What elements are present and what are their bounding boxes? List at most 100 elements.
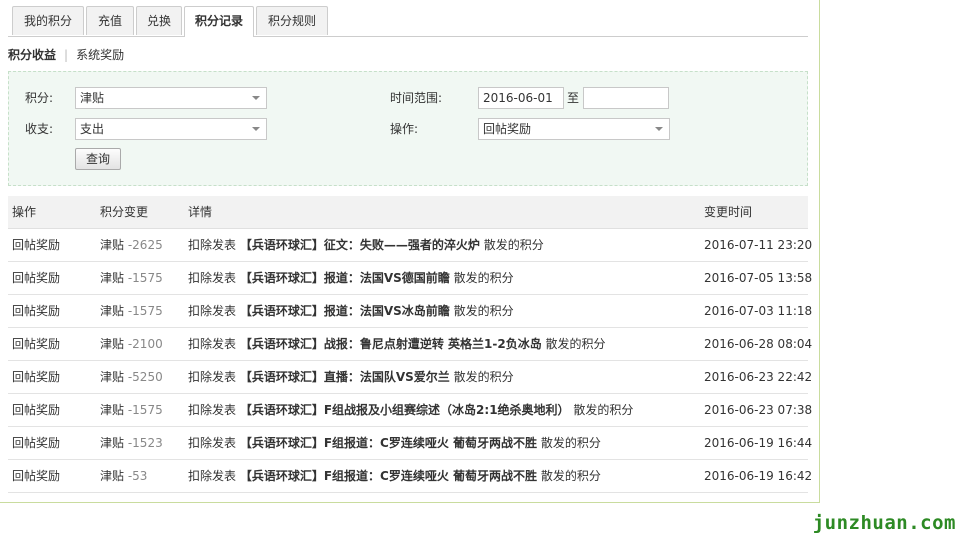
- row-detail-prefix: 扣除发表: [188, 238, 237, 252]
- table-header: 操作 积分变更 详情 变更时间: [8, 196, 808, 229]
- income-label: 收支:: [25, 122, 54, 136]
- row-detail: 扣除发表 【兵语环球汇】战报：鲁尼点射遭逆转 英格兰1-2负冰岛 散发的积分: [188, 328, 606, 360]
- credit-panel: 我的积分 充值 兑换 积分记录 积分规则 积分收益 | 系统奖励 积分: 津贴 收支…: [0, 0, 820, 503]
- row-credit-change: 津贴 -2625: [100, 229, 163, 261]
- time-to-label: 至: [567, 91, 580, 105]
- credit-log-table: 回帖奖励 津贴 -2625 扣除发表 【兵语环球汇】征文：失败——强者的淬火炉 散发…: [8, 229, 812, 493]
- row-detail: 扣除发表 【兵语环球汇】F组报道：C罗连续哑火 葡萄牙两战不胜 散发的积分: [188, 427, 601, 459]
- row-credit-change: 津贴 -1575: [100, 394, 163, 426]
- row-detail-suffix: 散发的积分: [453, 304, 514, 318]
- chevron-down-icon: [655, 127, 663, 131]
- tab-my-credits[interactable]: 我的积分: [12, 6, 84, 35]
- credit-type-label: 积分:: [25, 91, 54, 105]
- tab-credit-rules[interactable]: 积分规则: [256, 6, 328, 35]
- row-detail-suffix: 散发的积分: [453, 370, 514, 384]
- chevron-down-icon: [252, 96, 260, 100]
- row-detail-prefix: 扣除发表: [188, 469, 237, 483]
- row-credit-change: 津贴 -2100: [100, 328, 163, 360]
- row-operation: 回帖奖励: [12, 238, 61, 252]
- row-detail-suffix: 散发的积分: [483, 238, 544, 252]
- row-thread-link[interactable]: 【兵语环球汇】F组报道：C罗连续哑火 葡萄牙两战不胜: [240, 469, 537, 483]
- tab-recharge[interactable]: 充值: [86, 6, 134, 35]
- row-detail-prefix: 扣除发表: [188, 271, 237, 285]
- row-operation: 回帖奖励: [12, 436, 61, 450]
- row-detail: 扣除发表 【兵语环球汇】F组战报及小组赛综述（冰岛2:1绝杀奥地利） 散发的积分: [188, 394, 633, 426]
- time-start-input[interactable]: 2016-06-01: [478, 87, 564, 109]
- row-time: 2016-07-11 23:20: [704, 238, 813, 252]
- row-amount: -2100: [127, 337, 163, 351]
- tab-exchange[interactable]: 兑换: [136, 6, 182, 35]
- income-value: 支出: [80, 122, 105, 136]
- subnav-credit-income[interactable]: 积分收益: [8, 48, 56, 62]
- tab-credit-log[interactable]: 积分记录: [184, 6, 254, 37]
- row-currency: 津贴: [100, 403, 125, 417]
- row-thread-link[interactable]: 【兵语环球汇】报道：法国VS德国前瞻: [240, 271, 450, 285]
- row-detail: 扣除发表 【兵语环球汇】F组报道：C罗连续哑火 葡萄牙两战不胜 散发的积分: [188, 460, 601, 492]
- row-credit-change: 津贴 -1575: [100, 295, 163, 327]
- table-row: 回帖奖励 津贴 -1575 扣除发表 【兵语环球汇】报道：法国VS冰岛前瞻 散发的积…: [8, 295, 812, 328]
- query-button[interactable]: 查询: [75, 148, 121, 170]
- row-time: 2016-06-19 16:44: [704, 436, 813, 450]
- row-detail: 扣除发表 【兵语环球汇】直播：法国队VS爱尔兰 散发的积分: [188, 361, 514, 393]
- table-row: 回帖奖励 津贴 -1575 扣除发表 【兵语环球汇】报道：法国VS德国前瞻 散发的积…: [8, 262, 812, 295]
- row-detail-prefix: 扣除发表: [188, 337, 237, 351]
- row-detail-prefix: 扣除发表: [188, 370, 237, 384]
- row-operation: 回帖奖励: [12, 337, 61, 351]
- row-time: 2016-06-23 22:42: [704, 370, 813, 384]
- row-detail: 扣除发表 【兵语环球汇】报道：法国VS冰岛前瞻 散发的积分: [188, 295, 514, 327]
- row-currency: 津贴: [100, 271, 125, 285]
- row-thread-link[interactable]: 【兵语环球汇】征文：失败——强者的淬火炉: [240, 238, 480, 252]
- row-credit-change: 津贴 -1575: [100, 262, 163, 294]
- row-credit-change: 津贴 -53: [100, 460, 147, 492]
- subnav-system-reward[interactable]: 系统奖励: [76, 48, 124, 62]
- row-time: 2016-06-19 16:42: [704, 469, 813, 483]
- row-time: 2016-06-28 08:04: [704, 337, 813, 351]
- row-thread-link[interactable]: 【兵语环球汇】直播：法国队VS爱尔兰: [240, 370, 450, 384]
- operation-label: 操作:: [390, 122, 419, 136]
- sub-nav: 积分收益 | 系统奖励: [8, 46, 124, 64]
- row-time: 2016-07-03 11:18: [704, 304, 813, 318]
- row-amount: -1575: [127, 271, 163, 285]
- time-end-input[interactable]: [583, 87, 669, 109]
- header-detail: 详情: [188, 205, 213, 219]
- time-range-label: 时间范围:: [390, 91, 443, 105]
- table-row: 回帖奖励 津贴 -2625 扣除发表 【兵语环球汇】征文：失败——强者的淬火炉 散发…: [8, 229, 812, 262]
- income-select[interactable]: 支出: [75, 118, 267, 140]
- table-row: 回帖奖励 津贴 -5250 扣除发表 【兵语环球汇】直播：法国队VS爱尔兰 散发的积…: [8, 361, 812, 394]
- row-thread-link[interactable]: 【兵语环球汇】F组报道：C罗连续哑火 葡萄牙两战不胜: [240, 436, 537, 450]
- subnav-separator: |: [64, 48, 69, 62]
- tab-bar: 我的积分 充值 兑换 积分记录 积分规则: [8, 6, 808, 37]
- row-detail-prefix: 扣除发表: [188, 304, 237, 318]
- row-thread-link[interactable]: 【兵语环球汇】报道：法国VS冰岛前瞻: [240, 304, 450, 318]
- row-thread-link[interactable]: 【兵语环球汇】战报：鲁尼点射遭逆转 英格兰1-2负冰岛: [240, 337, 542, 351]
- row-time: 2016-06-23 07:38: [704, 403, 813, 417]
- credit-type-select[interactable]: 津贴: [75, 87, 267, 109]
- row-operation: 回帖奖励: [12, 271, 61, 285]
- row-thread-link[interactable]: 【兵语环球汇】F组战报及小组赛综述（冰岛2:1绝杀奥地利）: [240, 403, 570, 417]
- row-detail: 扣除发表 【兵语环球汇】征文：失败——强者的淬火炉 散发的积分: [188, 229, 544, 261]
- row-operation: 回帖奖励: [12, 370, 61, 384]
- row-credit-change: 津贴 -1523: [100, 427, 163, 459]
- table-row: 回帖奖励 津贴 -2100 扣除发表 【兵语环球汇】战报：鲁尼点射遭逆转 英格兰1-…: [8, 328, 812, 361]
- chevron-down-icon: [252, 127, 260, 131]
- header-credit-change: 积分变更: [100, 205, 149, 219]
- row-time: 2016-07-05 13:58: [704, 271, 813, 285]
- row-detail-prefix: 扣除发表: [188, 403, 237, 417]
- table-row: 回帖奖励 津贴 -1575 扣除发表 【兵语环球汇】F组战报及小组赛综述（冰岛2:1…: [8, 394, 812, 427]
- row-detail-suffix: 散发的积分: [573, 403, 634, 417]
- row-amount: -1523: [127, 436, 163, 450]
- row-credit-change: 津贴 -5250: [100, 361, 163, 393]
- operation-select[interactable]: 回帖奖励: [478, 118, 670, 140]
- row-currency: 津贴: [100, 370, 125, 384]
- header-operation: 操作: [12, 205, 37, 219]
- row-detail-suffix: 散发的积分: [540, 436, 601, 450]
- row-currency: 津贴: [100, 337, 125, 351]
- row-currency: 津贴: [100, 238, 125, 252]
- credit-type-value: 津贴: [80, 91, 105, 105]
- row-detail: 扣除发表 【兵语环球汇】报道：法国VS德国前瞻 散发的积分: [188, 262, 514, 294]
- row-amount: -1575: [127, 403, 163, 417]
- filter-form: 积分: 津贴 收支: 支出 时间范围: 2016-06-01 至 操作: 回帖奖…: [8, 71, 808, 186]
- row-operation: 回帖奖励: [12, 403, 61, 417]
- row-amount: -5250: [127, 370, 163, 384]
- row-detail-suffix: 散发的积分: [540, 469, 601, 483]
